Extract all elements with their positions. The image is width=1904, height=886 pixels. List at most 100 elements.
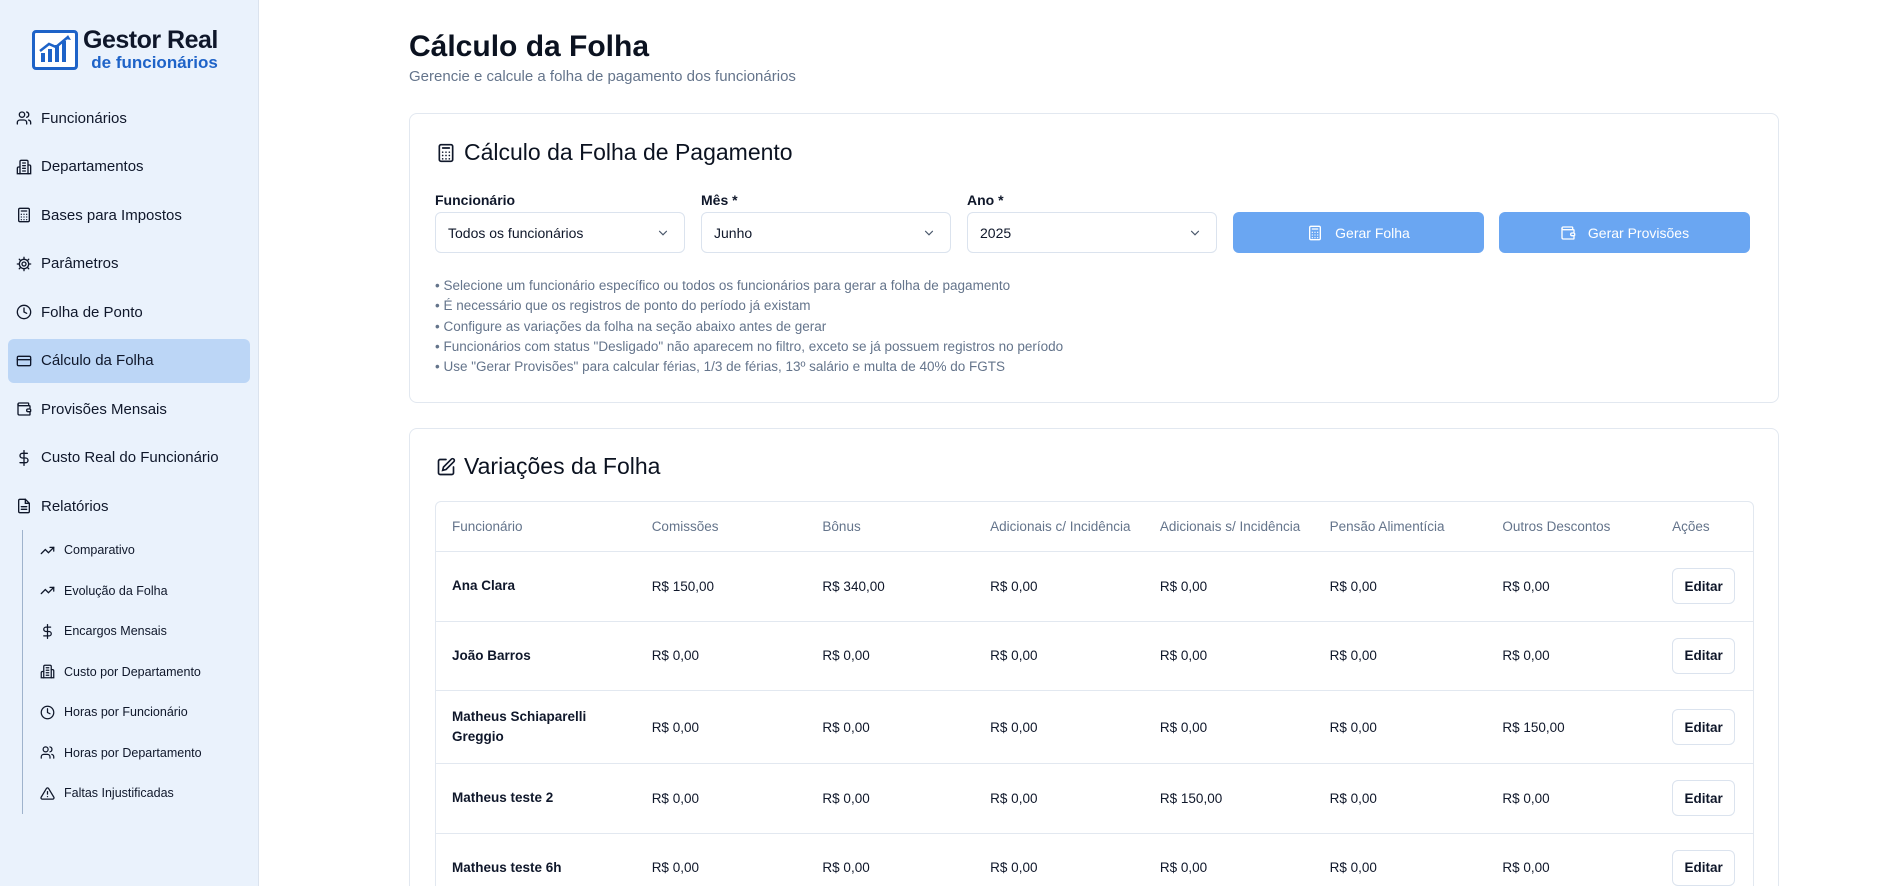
edit-button[interactable]: Editar (1672, 709, 1736, 745)
table-row: Ana Clara R$ 150,00 R$ 340,00 R$ 0,00 R$… (436, 552, 1753, 622)
table-row: Matheus Schiaparelli Greggio R$ 0,00 R$ … (436, 691, 1753, 764)
trending-up-icon (40, 583, 55, 598)
additions-with-incidence-cell: R$ 0,00 (990, 578, 1038, 594)
subnav-item-evolucao[interactable]: Evolução da Folha (40, 571, 242, 612)
card-title-text: Variações da Folha (464, 453, 661, 479)
commissions-cell: R$ 150,00 (651, 578, 714, 594)
column-header[interactable]: Pensão Alimentícia (1314, 517, 1487, 536)
dollar-icon (16, 449, 32, 466)
employee-name: Matheus Schiaparelli Greggio (452, 709, 587, 744)
sidebar-item-parametros[interactable]: Parâmetros (8, 242, 250, 286)
file-icon (16, 498, 32, 514)
edit-button[interactable]: Editar (1672, 849, 1736, 886)
month-select[interactable]: Junho (701, 212, 951, 253)
alert-triangle-icon (40, 786, 55, 801)
subnav-item-horas-funcionario[interactable]: Horas por Funcionário (40, 692, 242, 733)
gear-icon (16, 256, 32, 272)
sidebar-item-bases-impostos[interactable]: Bases para Impostos (8, 193, 250, 237)
additions-without-incidence-cell: R$ 0,00 (1159, 648, 1208, 664)
wallet-icon (1560, 225, 1576, 241)
bonus-cell: R$ 0,00 (822, 860, 870, 876)
edit-button[interactable]: Editar (1672, 637, 1736, 674)
edit-button[interactable]: Editar (1672, 780, 1736, 817)
subnav-item-horas-departamento[interactable]: Horas por Departamento (40, 733, 242, 774)
calculator-icon (436, 143, 456, 163)
generate-payroll-button[interactable]: Gerar Folha (1233, 212, 1484, 253)
chevron-down-icon (922, 226, 936, 240)
column-header[interactable]: Bônus (806, 517, 974, 536)
employee-label: Funcionário (435, 192, 516, 208)
month-select-value: Junho (714, 224, 753, 241)
column-header[interactable]: Outros Descontos (1486, 517, 1656, 536)
chevron-down-icon (656, 226, 670, 240)
additions-with-incidence-cell: R$ 0,00 (990, 719, 1038, 735)
subnav-item-comparativo[interactable]: Comparativo (40, 530, 242, 571)
alimony-cell: R$ 0,00 (1329, 790, 1377, 806)
sidebar-nav: Funcionários Departamentos Bases para Im… (8, 96, 250, 533)
other-deductions-cell: R$ 0,00 (1502, 648, 1550, 664)
edit-icon (436, 457, 456, 477)
employee-select-value: Todos os funcionários (448, 224, 584, 241)
table-row: Matheus teste 2 R$ 0,00 R$ 0,00 R$ 0,00 … (436, 764, 1753, 834)
subnav-item-encargos[interactable]: Encargos Mensais (40, 611, 242, 652)
table-row: João Barros R$ 0,00 R$ 0,00 R$ 0,00 R$ 0… (436, 622, 1753, 691)
generate-payroll-label: Gerar Folha (1335, 224, 1410, 241)
employee-name: Matheus teste 6h (452, 859, 562, 875)
subnav-item-label: Horas por Funcionário (64, 705, 188, 720)
bonus-cell: R$ 0,00 (822, 648, 870, 664)
generate-provisions-button[interactable]: Gerar Provisões (1499, 212, 1750, 253)
sidebar-item-funcionarios[interactable]: Funcionários (8, 96, 250, 140)
alimony-cell: R$ 0,00 (1329, 578, 1377, 594)
sidebar-item-departamentos[interactable]: Departamentos (8, 145, 250, 189)
additions-without-incidence-cell: R$ 0,00 (1159, 578, 1208, 594)
sidebar-item-label: Parâmetros (41, 255, 119, 272)
subnav-item-label: Evolução da Folha (64, 583, 168, 598)
other-deductions-cell: R$ 0,00 (1502, 790, 1550, 806)
sidebar-item-folha-ponto[interactable]: Folha de Ponto (8, 290, 250, 334)
logo-title: Gestor Real (83, 26, 218, 54)
sidebar-item-calculo-folha[interactable]: Cálculo da Folha (8, 338, 250, 383)
edit-button[interactable]: Editar (1672, 568, 1736, 605)
credit-card-icon (16, 353, 32, 369)
employee-name: João Barros (452, 647, 531, 663)
employee-select[interactable]: Todos os funcionários (435, 212, 685, 253)
instructions-list: • Selecione um funcionário específico ou… (435, 276, 1063, 377)
table-row: Matheus teste 6h R$ 0,00 R$ 0,00 R$ 0,00… (436, 834, 1753, 886)
instruction-item: • Configure as variações da folha na seç… (435, 318, 827, 334)
users-icon (16, 110, 32, 126)
wallet-icon (16, 401, 32, 417)
bonus-cell: R$ 0,00 (822, 719, 870, 735)
column-header[interactable]: Adicionais c/ Incidência (974, 517, 1144, 536)
other-deductions-cell: R$ 150,00 (1502, 719, 1565, 735)
month-label: Mês * (701, 192, 738, 208)
card-title-text: Cálculo da Folha de Pagamento (464, 139, 793, 165)
column-header[interactable]: Funcionário (436, 517, 636, 536)
sidebar-item-provisoes[interactable]: Provisões Mensais (8, 387, 250, 431)
subnav-item-custo-departamento[interactable]: Custo por Departamento (40, 652, 242, 693)
column-header[interactable]: Comissões (636, 517, 807, 536)
subnav-item-label: Custo por Departamento (64, 664, 201, 679)
payroll-calculation-card: Cálculo da Folha de Pagamento Funcionári… (409, 113, 1779, 403)
commissions-cell: R$ 0,00 (651, 790, 699, 806)
card-title: Cálculo da Folha de Pagamento (436, 139, 793, 166)
year-select[interactable]: 2025 (967, 212, 1217, 253)
building-icon (16, 159, 32, 175)
commissions-cell: R$ 0,00 (651, 648, 699, 664)
subnav-item-faltas[interactable]: Faltas Injustificadas (40, 773, 242, 814)
chart-logo-icon (32, 29, 78, 70)
chevron-down-icon (1188, 226, 1202, 240)
building-icon (40, 664, 55, 679)
column-header[interactable]: Adicionais s/ Incidência (1144, 517, 1314, 536)
additions-without-incidence-cell: R$ 150,00 (1159, 790, 1223, 806)
app-logo[interactable]: Gestor Real de funcionários (32, 28, 218, 71)
sidebar-item-custo-real[interactable]: Custo Real do Funcionário (8, 436, 250, 480)
additions-without-incidence-cell: R$ 0,00 (1159, 719, 1208, 735)
instruction-item: • Use "Gerar Provisões" para calcular fé… (435, 359, 1005, 375)
bonus-cell: R$ 340,00 (822, 578, 885, 594)
calculator-icon (1307, 225, 1323, 241)
dollar-icon (40, 623, 55, 639)
sidebar-item-relatorios[interactable]: Relatórios (8, 484, 250, 528)
sidebar-item-label: Bases para Impostos (41, 206, 182, 224)
page-title: Cálculo da Folha (409, 30, 650, 63)
sidebar-item-label: Relatórios (41, 497, 109, 515)
